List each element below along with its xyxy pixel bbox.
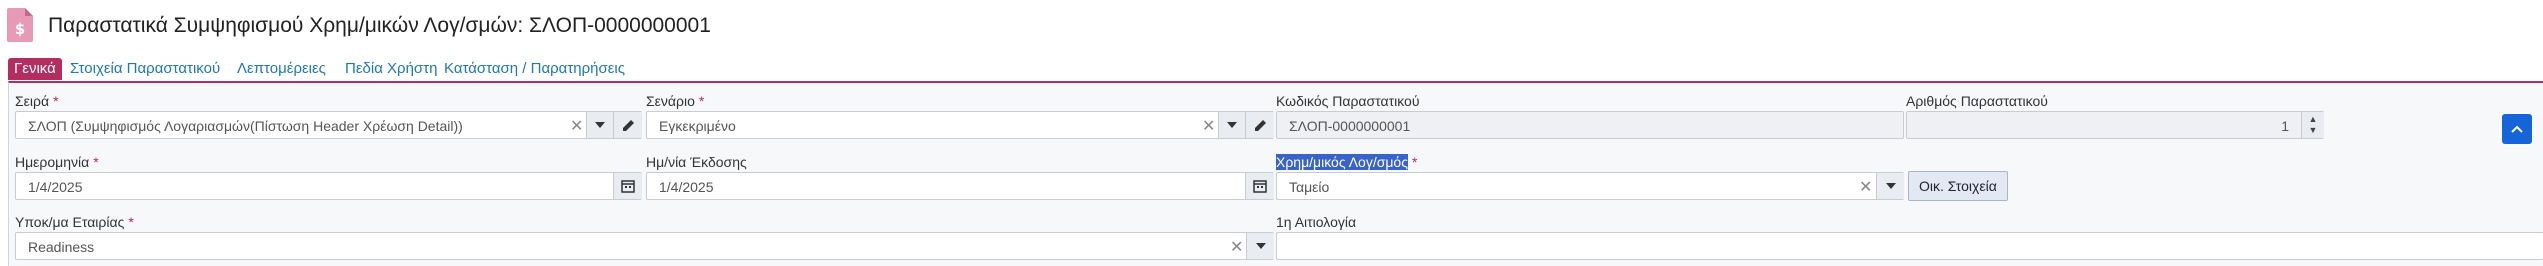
doc-number-label: Αριθμός Παραστατικού bbox=[1906, 93, 2048, 109]
scenario-select[interactable]: Εγκεκριμένο ✕ bbox=[646, 111, 1274, 139]
series-label: Σειρά * bbox=[15, 93, 59, 109]
doc-number-value: 1 bbox=[2281, 118, 2289, 134]
number-stepper[interactable]: ▲ ▼ bbox=[2301, 112, 2324, 138]
tab-status-notes[interactable]: Κατάσταση / Παρατηρήσεις bbox=[444, 58, 625, 80]
caret-down-icon[interactable] bbox=[1218, 112, 1245, 138]
doc-code-label: Κωδικός Παραστατικού bbox=[1276, 93, 1420, 109]
date-value: 1/4/2025 bbox=[28, 179, 83, 195]
issue-date-label: Ημ/νία Έκδοσης bbox=[646, 154, 747, 170]
caret-down-icon[interactable] bbox=[1876, 173, 1904, 199]
pencil-icon[interactable] bbox=[1245, 112, 1274, 138]
close-icon[interactable]: ✕ bbox=[1859, 177, 1872, 197]
branch-value: Readiness bbox=[28, 239, 95, 255]
scenario-value: Εγκεκριμένο bbox=[659, 118, 736, 134]
close-icon[interactable]: ✕ bbox=[570, 116, 583, 136]
tab-document-details[interactable]: Στοιχεία Παραστατικού bbox=[70, 58, 220, 80]
financial-details-button[interactable]: Οικ. Στοιχεία bbox=[1908, 171, 2008, 201]
close-icon[interactable]: ✕ bbox=[1202, 116, 1215, 136]
reason-input[interactable] bbox=[1276, 232, 2543, 260]
scenario-label: Σενάριο * bbox=[646, 93, 705, 109]
issue-date-field[interactable]: 1/4/2025 bbox=[646, 172, 1274, 200]
fin-account-select[interactable]: Ταμείο ✕ bbox=[1276, 172, 1904, 200]
page-title: Παραστατικά Συμψηφισμού Χρημ/μικών Λογ/σ… bbox=[48, 14, 711, 37]
caret-down-icon[interactable] bbox=[586, 112, 613, 138]
tab-user-fields[interactable]: Πεδία Χρήστη bbox=[345, 58, 437, 80]
fin-account-value: Ταμείο bbox=[1289, 179, 1330, 195]
svg-text:$: $ bbox=[15, 20, 25, 38]
tab-general[interactable]: Γενικά bbox=[8, 58, 62, 80]
doc-number-field[interactable]: 1 ▲ ▼ bbox=[1906, 111, 2324, 139]
date-label: Ημερομηνία * bbox=[15, 154, 99, 170]
pencil-icon[interactable] bbox=[613, 112, 642, 138]
caret-down-icon[interactable] bbox=[1246, 233, 1274, 259]
fin-account-label: Χρημ/μικός Λογ/σμός * bbox=[1276, 154, 1418, 170]
calendar-icon[interactable] bbox=[1245, 173, 1274, 199]
chevron-up-icon bbox=[2511, 125, 2523, 133]
form-panel: Σειρά * ΣΛΟΠ (Συμψηφισμός Λογαριασμών(Πίσ… bbox=[8, 81, 2543, 266]
issue-date-value: 1/4/2025 bbox=[659, 179, 714, 195]
document-dollar-icon: $ bbox=[7, 8, 33, 42]
date-field[interactable]: 1/4/2025 bbox=[15, 172, 642, 200]
reason-label: 1η Αιτιολογία bbox=[1276, 214, 1357, 230]
branch-label: Υποκ/μα Εταιρίας * bbox=[15, 214, 134, 230]
calendar-icon[interactable] bbox=[613, 173, 642, 199]
series-value: ΣΛΟΠ (Συμψηφισμός Λογαριασμών(Πίστωση He… bbox=[28, 118, 463, 134]
branch-select[interactable]: Readiness ✕ bbox=[15, 232, 1274, 260]
page-header: $ Παραστατικά Συμψηφισμού Χρημ/μικών Λογ… bbox=[0, 0, 2543, 56]
tab-details[interactable]: Λεπτομέρειες bbox=[237, 58, 326, 80]
close-icon[interactable]: ✕ bbox=[1230, 237, 1243, 257]
series-select[interactable]: ΣΛΟΠ (Συμψηφισμός Λογαριασμών(Πίστωση He… bbox=[15, 111, 642, 139]
doc-code-field: ΣΛΟΠ-0000000001 bbox=[1276, 111, 1904, 139]
doc-code-value: ΣΛΟΠ-0000000001 bbox=[1289, 118, 1411, 134]
collapse-button[interactable] bbox=[2502, 114, 2532, 144]
